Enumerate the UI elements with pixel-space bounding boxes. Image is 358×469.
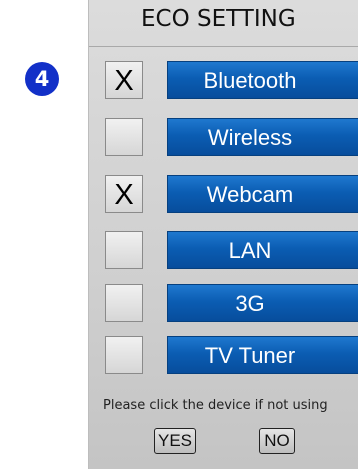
3g-checkbox[interactable]	[105, 284, 143, 322]
device-row-tv-tuner: TV Tuner	[105, 336, 358, 376]
step-number-badge: 4	[25, 62, 59, 96]
bluetooth-device-button[interactable]: Bluetooth	[167, 61, 358, 99]
wireless-device-button[interactable]: Wireless	[167, 118, 358, 156]
webcam-device-button[interactable]: Webcam	[167, 175, 358, 213]
title-divider	[89, 46, 358, 47]
panel-title: ECO SETTING	[89, 6, 358, 32]
device-row-bluetooth: X Bluetooth	[105, 61, 358, 101]
device-row-3g: 3G	[105, 284, 358, 324]
tv-tuner-checkbox[interactable]	[105, 336, 143, 374]
yes-button[interactable]: YES	[154, 428, 196, 454]
device-row-lan: LAN	[105, 231, 358, 271]
instruction-text: Please click the device if not using	[103, 398, 328, 413]
panel-title-text: ECO SETTING	[141, 6, 296, 32]
lan-checkbox[interactable]	[105, 231, 143, 269]
3g-device-button[interactable]: 3G	[167, 284, 358, 322]
bluetooth-checkbox[interactable]: X	[105, 61, 143, 99]
webcam-checkbox[interactable]: X	[105, 175, 143, 213]
device-row-webcam: X Webcam	[105, 175, 358, 215]
tv-tuner-device-button[interactable]: TV Tuner	[167, 336, 358, 374]
wireless-checkbox[interactable]	[105, 118, 143, 156]
lan-device-button[interactable]: LAN	[167, 231, 358, 269]
no-button[interactable]: NO	[259, 428, 295, 454]
eco-setting-panel: ECO SETTING X Bluetooth Wireless X Webca…	[88, 0, 358, 469]
device-row-wireless: Wireless	[105, 118, 358, 158]
